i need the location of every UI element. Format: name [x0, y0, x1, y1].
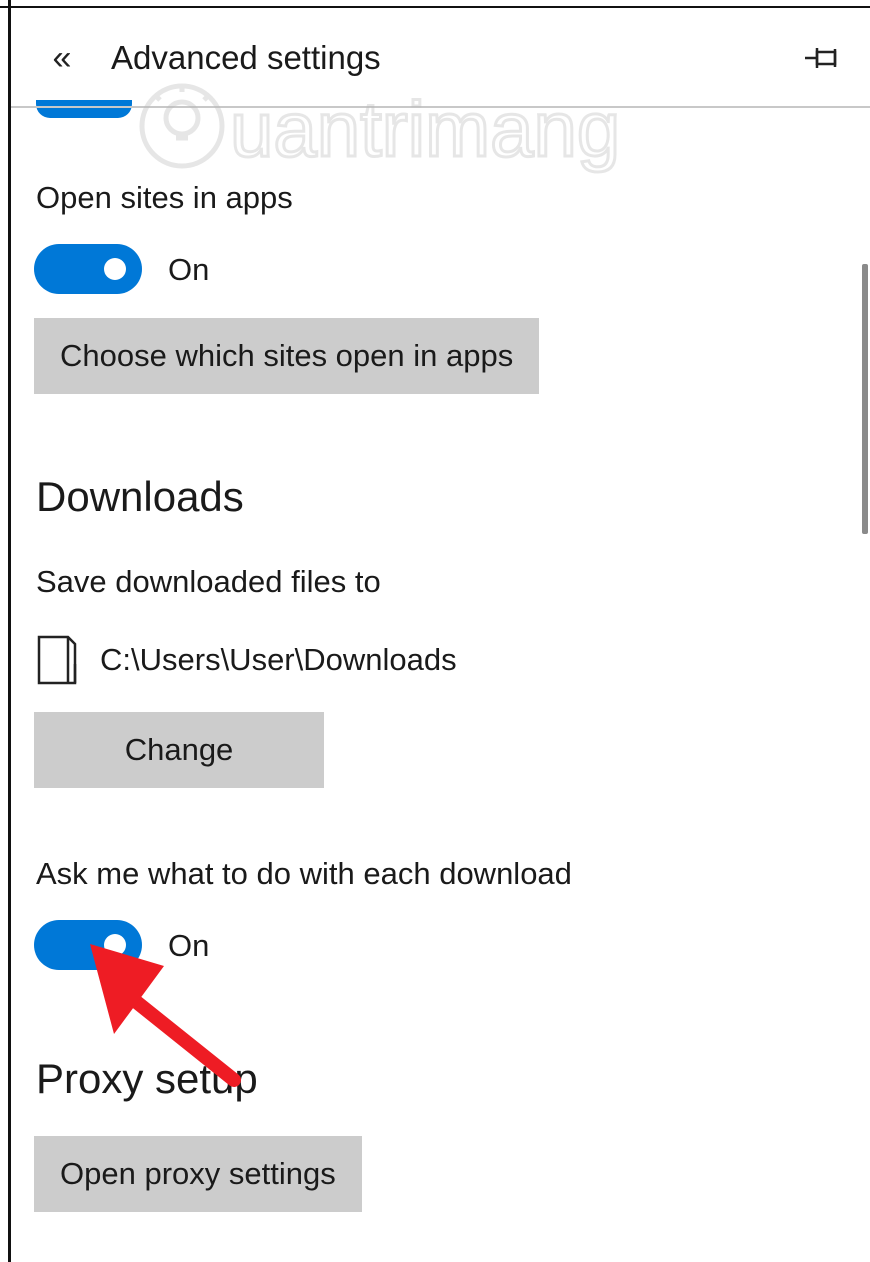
save-downloads-label: Save downloaded files to [36, 564, 381, 599]
header-divider [11, 106, 870, 108]
change-button[interactable]: Change [34, 712, 324, 788]
panel-header: « Advanced settings [11, 10, 870, 106]
download-path: C:\Users\User\Downloads [100, 642, 457, 677]
open-proxy-settings-button[interactable]: Open proxy settings [34, 1136, 362, 1212]
open-sites-label: Open sites in apps [36, 180, 293, 215]
window-left-edge [8, 0, 11, 1262]
toggle-knob [104, 934, 126, 956]
open-sites-toggle-state: On [168, 252, 210, 287]
toggle-knob [104, 258, 126, 280]
folder-icon [37, 635, 77, 685]
scrollbar-thumb[interactable] [862, 264, 868, 534]
window-top-edge [0, 0, 870, 8]
ask-download-toggle[interactable] [34, 920, 142, 970]
pin-icon[interactable] [803, 42, 843, 74]
downloads-heading: Downloads [36, 473, 244, 520]
open-sites-toggle[interactable] [34, 244, 142, 294]
ask-download-toggle-state: On [168, 928, 210, 963]
proxy-heading: Proxy setup [36, 1055, 258, 1102]
ask-download-label: Ask me what to do with each download [36, 856, 572, 891]
partial-toggle-above[interactable] [36, 100, 132, 118]
back-button[interactable]: « [41, 38, 77, 78]
page-title: Advanced settings [111, 39, 381, 76]
choose-sites-button[interactable]: Choose which sites open in apps [34, 318, 540, 394]
